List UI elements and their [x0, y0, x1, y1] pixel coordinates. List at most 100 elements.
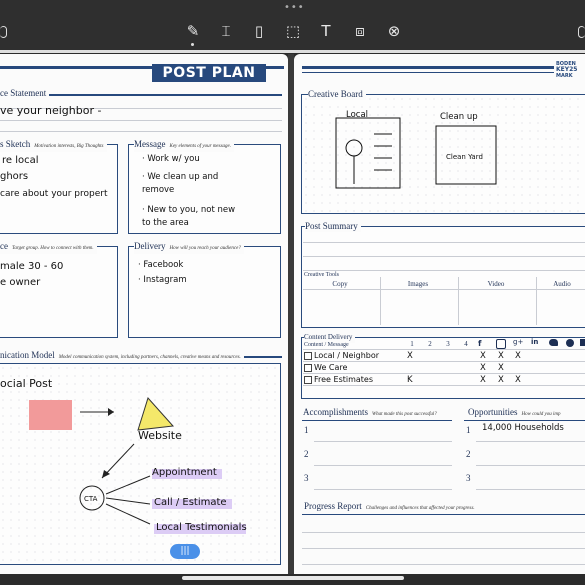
acc-top-rule — [302, 420, 452, 421]
delivery-ink-1: · Facebook — [138, 260, 184, 270]
tools-col-audio: Audio — [553, 280, 571, 288]
redo-icon[interactable] — [578, 26, 585, 38]
opp-line-3 — [476, 489, 585, 490]
summary-line-2 — [303, 256, 585, 257]
brand-logo: BODEN KEY25 MARK — [556, 61, 578, 79]
message-label: Message Key elements of your message. — [134, 139, 235, 152]
message-ink-4: · New to you, not new — [142, 205, 236, 215]
acc-line-1 — [314, 441, 452, 442]
youtube-icon — [580, 339, 585, 346]
opp-num-3: 3 — [466, 473, 471, 483]
acc-num-2: 2 — [304, 449, 309, 459]
tools-divider-2 — [458, 277, 459, 325]
acc-line-3 — [314, 489, 452, 490]
vimeo-icon — [566, 339, 574, 347]
opportunities-label: Opportunities How could you imp — [468, 407, 564, 420]
right-title-band — [302, 66, 554, 69]
home-indicator[interactable] — [182, 576, 404, 580]
progress-line-1 — [302, 532, 585, 533]
tools-col-images: Images — [407, 280, 429, 288]
page-strip — [0, 50, 585, 53]
eraser-tool-icon[interactable]: ▯ — [248, 20, 270, 42]
facebook-icon: f — [478, 339, 482, 348]
cd-row-3-mark-1: K — [407, 375, 413, 385]
page-scrubber-button[interactable]: ||| — [170, 544, 200, 559]
audience-ink-1: male 30 - 60 — [0, 261, 64, 272]
cd-row-2-mark-fb: X — [480, 363, 486, 373]
statement-label: ce Statement — [0, 88, 50, 99]
audience-ink-2: e owner — [0, 277, 41, 288]
cta-ink: CTA — [84, 495, 98, 503]
cd-row-3-mark-gp: X — [515, 375, 521, 385]
message-ink-1: · Work w/ you — [142, 154, 200, 164]
website-ink: Website — [138, 429, 182, 442]
page-title: POST PLAN — [152, 64, 266, 82]
sketch-ink-2: ghors — [0, 171, 29, 182]
opp-top-rule — [464, 420, 585, 421]
cd-row-line-2 — [303, 373, 585, 374]
audience-box[interactable] — [0, 246, 118, 338]
sketch-ink-3: care about your propert — [0, 189, 108, 199]
cd-row-3-checkbox[interactable] — [304, 376, 312, 384]
text-tool-icon[interactable]: T — [315, 20, 337, 42]
lasso-tool-icon[interactable]: ⬚ — [282, 20, 304, 42]
opp-line-2 — [476, 465, 585, 466]
acc-line-2 — [314, 465, 452, 466]
message-ink-3: remove — [142, 185, 175, 195]
message-ink-5: to the area — [142, 218, 189, 228]
num-col-3: 3 — [446, 340, 450, 348]
summary-line-1 — [303, 242, 585, 243]
presentation-tool-icon[interactable]: ⧈ — [349, 20, 371, 42]
cd-row-1-checkbox[interactable] — [304, 352, 312, 360]
cd-row-2-checkbox[interactable] — [304, 364, 312, 372]
post-summary-label: Post Summary — [305, 221, 361, 232]
cd-row-1-mark-gp: X — [515, 351, 521, 361]
statement-line-2 — [0, 120, 282, 121]
cd-row-3-mark-ig: X — [498, 375, 504, 385]
creative-board-label: Creative Board — [308, 89, 366, 100]
statement-line-3 — [0, 131, 282, 132]
cd-row-line-1 — [303, 361, 585, 362]
board-ink-cleanup: Clean up — [440, 112, 478, 122]
num-col-2: 2 — [428, 340, 432, 348]
undo-icon[interactable] — [0, 26, 7, 38]
opp-ink-1: 14,000 Households — [482, 423, 564, 433]
num-col-1: 1 — [410, 340, 414, 348]
title-band-left — [0, 66, 152, 69]
sketch-ink-1: re local — [2, 155, 39, 166]
progress-top-rule — [302, 514, 585, 515]
cd-row-1-mark-fb: X — [480, 351, 486, 361]
delivery-ink-2: · Instagram — [138, 275, 187, 285]
statement-ink: ve your neighbor - — [0, 104, 102, 117]
delivery-label: Delivery How will you reach your audience… — [134, 241, 244, 254]
cd-header-line — [303, 349, 585, 350]
cd-row-1-mark-ig: X — [498, 351, 504, 361]
pen-tool-icon[interactable]: ✎ — [182, 20, 204, 42]
output-appointment: Appointment — [152, 467, 217, 478]
progress-label: Progress Report Challenges and influences… — [304, 501, 478, 514]
progress-line-3 — [302, 564, 585, 565]
right-title-band-thin — [302, 72, 554, 73]
cd-row-line-3 — [303, 385, 585, 386]
annotation-toolbar: ••• ✎ ⌶ ▯ ⬚ T ⧈ ⊗ — [0, 0, 585, 50]
tools-header-line — [303, 289, 585, 290]
cd-row-3-mark-fb: X — [480, 375, 486, 385]
progress-line-2 — [302, 548, 585, 549]
close-tool-icon[interactable]: ⊗ — [383, 20, 405, 42]
title-band-right — [266, 66, 284, 69]
tools-divider-3 — [536, 277, 537, 325]
output-call: Call / Estimate — [154, 497, 227, 508]
tools-divider-1 — [380, 277, 381, 325]
output-testimonials: Local Testimonials — [156, 522, 247, 533]
highlighter-tool-icon[interactable]: ⌶ — [215, 20, 237, 42]
acc-num-1: 1 — [304, 425, 309, 435]
cd-row-3-text: Free Estimates — [314, 375, 374, 384]
audience-label: ce Target group. How to connect with them… — [0, 241, 97, 254]
twitter-icon — [549, 339, 558, 346]
acc-num-3: 3 — [304, 473, 309, 483]
tools-col-copy: Copy — [332, 280, 348, 288]
content-message-header: Content / Message — [304, 342, 349, 348]
more-dots-icon[interactable]: ••• — [284, 3, 304, 13]
opp-num-1: 1 — [466, 425, 471, 435]
linkedin-icon: in — [531, 338, 539, 346]
